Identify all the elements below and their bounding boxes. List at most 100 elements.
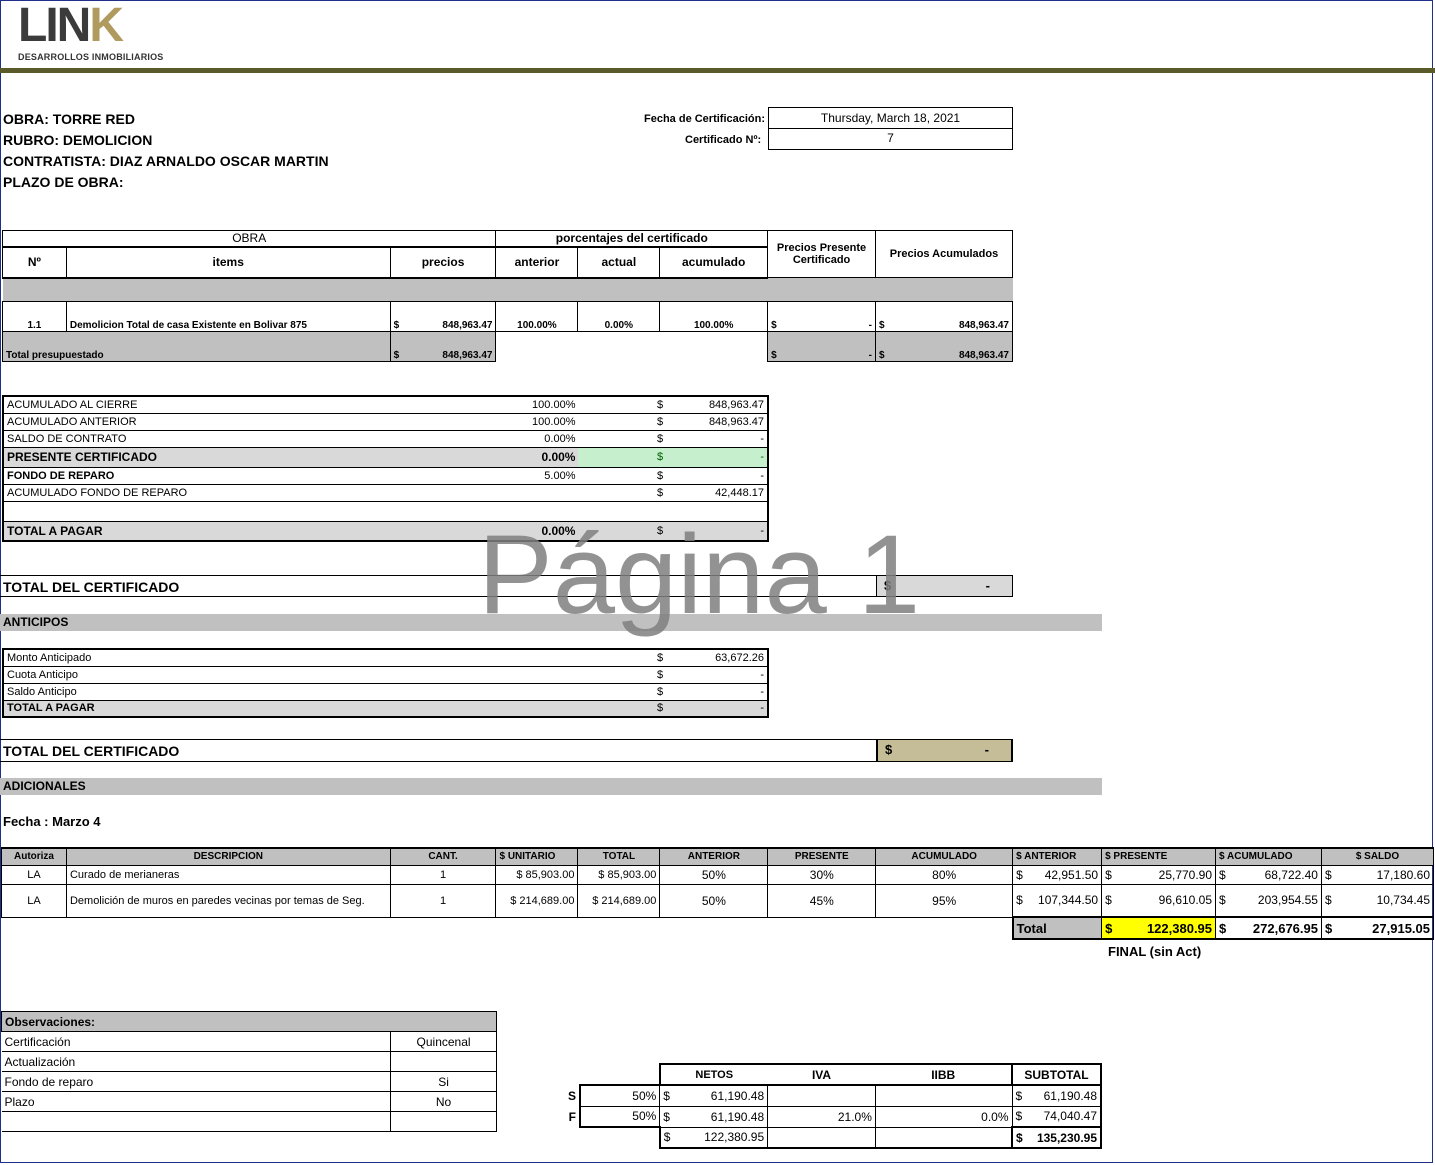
adic-d-anterior: 107,344.50 xyxy=(1038,893,1099,908)
total-certificado-2-value: - xyxy=(984,742,989,757)
col-items: items xyxy=(65,245,391,279)
table-row: 1.1 Demolicion Total de casa Existente e… xyxy=(2,301,1014,332)
adic-anterior: 50% xyxy=(659,864,769,885)
anticipo-value: - xyxy=(760,685,764,698)
anticipo-row: Monto Anticipado $63,672.26 xyxy=(3,649,768,666)
total-presente: - xyxy=(868,350,872,361)
gray-spacer-row xyxy=(2,277,1013,302)
summary-row-presente: PRESENTE CERTIFICADO 0.00% $ - xyxy=(3,447,768,467)
adic-col-unitario: $ UNITARIO xyxy=(495,847,579,866)
total-acum-currency: $ xyxy=(878,350,885,361)
summary-label: TOTAL A PAGAR xyxy=(7,523,103,538)
netos-iibb xyxy=(875,1085,1013,1107)
netos-total-sub-currency: $ xyxy=(1016,1130,1023,1145)
netos-table: NETOS IVA IIBB SUBTOTAL S 50% $61,190.48… xyxy=(564,1063,1102,1149)
adic-d-presente-currency: $ xyxy=(1105,893,1112,908)
summary-label: ACUMULADO FONDO DE REPARO xyxy=(7,486,188,499)
summary-row: ACUMULADO ANTERIOR 100.00% $848,963.47 xyxy=(3,413,768,430)
summary-currency: $ xyxy=(657,486,664,499)
observacion-label: Fondo de reparo xyxy=(1,1071,392,1092)
adic-total: $ 214,689.00 xyxy=(577,883,661,918)
row-presente: - xyxy=(868,320,872,331)
netos-iibb: 0.0% xyxy=(875,1106,1013,1128)
cert-number-label: Certificado Nº: xyxy=(685,134,762,146)
adicionales-fecha: Fecha : Marzo 4 xyxy=(3,814,101,829)
anticipo-value: 63,672.26 xyxy=(715,651,764,664)
summary-pct: 0.00% xyxy=(541,450,576,464)
anticipo-currency: $ xyxy=(657,668,664,681)
page-watermark: Página 1 xyxy=(478,512,921,637)
adic-total-acumulado: 272,676.95 xyxy=(1252,920,1318,936)
adic-col-total: TOTAL xyxy=(577,847,661,866)
adic-d-anterior: 42,951.50 xyxy=(1044,867,1099,882)
summary-label: FONDO DE REPARO xyxy=(7,469,115,482)
adicionales-table: Autoriza DESCRIPCION CANT. $ UNITARIO TO… xyxy=(1,847,1435,940)
adic-descripcion: Demolición de muros en paredes vecinas p… xyxy=(65,883,391,918)
adic-d-acumulado: 68,722.40 xyxy=(1264,867,1318,882)
adic-autoriza: LA xyxy=(1,883,67,918)
row-anterior: 100.00% xyxy=(495,301,579,332)
observaciones-table: Observaciones: Certificación Quincenal Ac… xyxy=(1,1011,497,1132)
adicional-row: LA Demolición de muros en paredes vecina… xyxy=(1,883,1435,918)
summary-value: 848,963.47 xyxy=(708,398,764,411)
summary-row: ACUMULADO AL CIERRE 100.00% $848,963.47 xyxy=(3,396,768,413)
netos-sub: 74,040.47 xyxy=(1043,1109,1097,1124)
observacion-label xyxy=(1,1111,392,1132)
netos-iva: 21.0% xyxy=(767,1106,876,1128)
observacion-label: Certificación xyxy=(1,1031,392,1052)
netos-sub-currency: $ xyxy=(1015,1088,1023,1103)
fecha-cert-label: Fecha de Certificación: xyxy=(644,113,766,125)
total-acum: 848,963.47 xyxy=(958,350,1009,361)
anticipo-value: - xyxy=(760,668,764,681)
summary-label: ACUMULADO AL CIERRE xyxy=(7,398,138,411)
adic-cant: 1 xyxy=(389,883,497,918)
anticipo-label: TOTAL A PAGAR xyxy=(7,702,95,715)
certificate-table: OBRA porcentajes del certificado Precios… xyxy=(1,230,1014,362)
total-certificado-2-box: $ - xyxy=(876,740,1011,761)
summary-label: SALDO DE CONTRATO xyxy=(7,432,127,445)
col-acumulado: acumulado xyxy=(659,245,769,279)
summary-currency: $ xyxy=(657,398,664,411)
summary-currency: $ xyxy=(578,447,667,467)
anticipos-table: Monto Anticipado $63,672.26 Cuota Anticip… xyxy=(2,648,769,718)
adic-total-label: Total xyxy=(1011,916,1103,940)
summary-label: ACUMULADO ANTERIOR xyxy=(7,415,137,428)
summary-pct: 100.00% xyxy=(532,398,576,411)
adic-d-acumulado-currency: $ xyxy=(1219,867,1226,882)
adicional-row: LA Curado de merianeras 1 $ 85,903.00 $ … xyxy=(1,864,1435,885)
netos-tag: F xyxy=(564,1106,581,1127)
row-precio-currency: $ xyxy=(393,320,400,331)
summary-row: ACUMULADO FONDO DE REPARO $42,448.17 xyxy=(3,484,768,501)
rubro-label: RUBRO: DEMOLICION xyxy=(3,132,153,148)
summary-row: FONDO DE REPARO 5.00% $ - xyxy=(3,467,768,484)
summary-value: - xyxy=(666,447,768,467)
observacion-row: Actualización xyxy=(1,1051,497,1072)
anticipo-currency: $ xyxy=(657,685,664,698)
summary-pct: 5.00% xyxy=(544,469,576,482)
summary-row: SALDO DE CONTRATO 0.00% $ - xyxy=(3,430,768,447)
netos-header-row: NETOS IVA IIBB SUBTOTAL xyxy=(564,1063,1102,1086)
adic-d-anterior-currency: $ xyxy=(1016,893,1023,908)
adic-col-descripcion: DESCRIPCION xyxy=(65,847,391,866)
adic-total: $ 85,903.00 xyxy=(577,864,661,885)
adic-d-acumulado-currency: $ xyxy=(1219,893,1226,908)
observacion-row: Plazo No xyxy=(1,1091,497,1112)
row-acum: 848,963.47 xyxy=(958,320,1009,331)
summary-currency: $ xyxy=(657,469,664,482)
observacion-row xyxy=(1,1111,497,1132)
netos-pct: 50% xyxy=(579,1085,661,1107)
netos-col-netos: NETOS xyxy=(658,1063,768,1086)
fecha-cert-value: Thursday, March 18, 2021 xyxy=(768,107,1013,129)
netos-col-subtotal: SUBTOTAL xyxy=(1011,1063,1102,1086)
adic-d-presente: 25,770.90 xyxy=(1158,867,1213,882)
anticipo-row: Saldo Anticipo $ - xyxy=(3,683,768,700)
col-precios-presente: Precios Presente Certificado xyxy=(767,230,876,278)
adic-d-saldo: 10,734.45 xyxy=(1376,893,1430,908)
netos-neto-currency: $ xyxy=(663,1088,670,1103)
adic-col-d-anterior: $ ANTERIOR xyxy=(1012,847,1103,866)
adic-cant: 1 xyxy=(389,864,497,885)
total-row: Total presupuestado $848,963.47 $ - $848,… xyxy=(2,331,1014,362)
summary-value: 42,448.17 xyxy=(715,486,764,499)
adic-total-presente: 122,380.95 xyxy=(1146,920,1213,936)
summary-currency: $ xyxy=(657,432,664,445)
